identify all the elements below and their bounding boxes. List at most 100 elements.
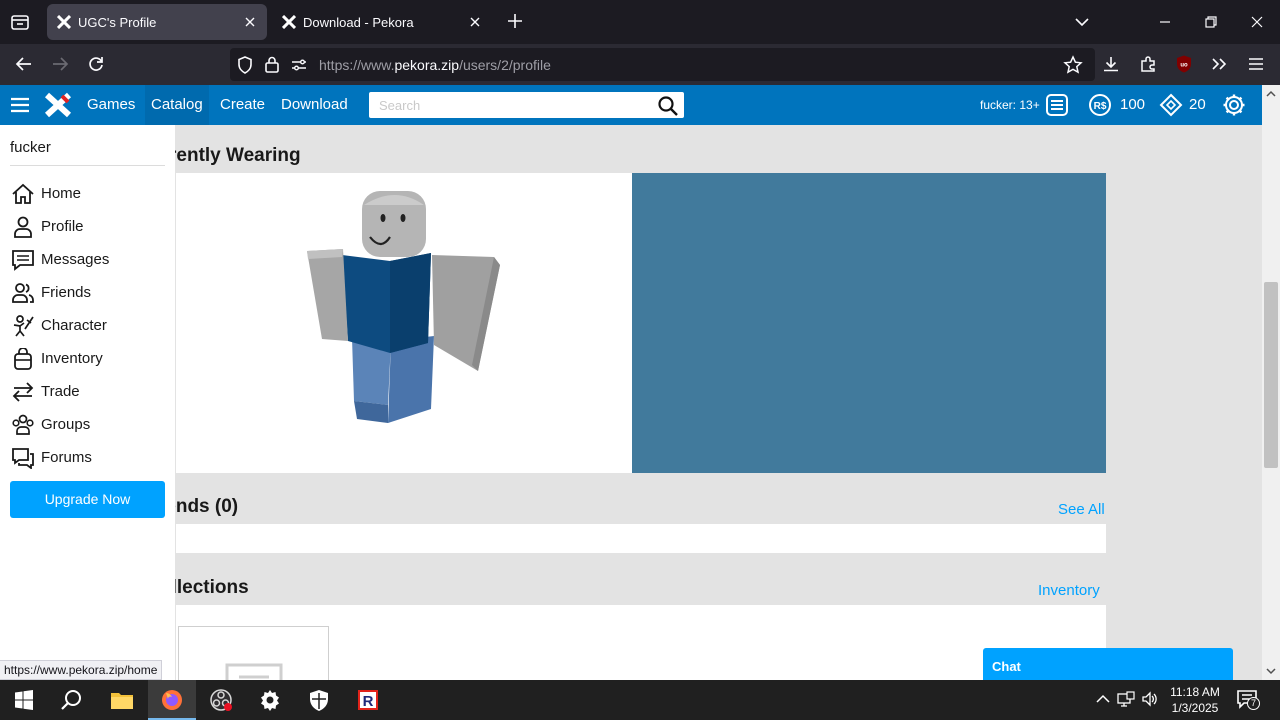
notification-count: 7 (1247, 697, 1260, 710)
hamburger-menu-icon[interactable] (10, 96, 30, 114)
settings-button[interactable] (246, 680, 294, 720)
start-button[interactable] (0, 680, 48, 720)
placeholder-image-icon (225, 663, 283, 680)
network-icon[interactable] (1117, 690, 1135, 708)
upgrade-now-button[interactable]: Upgrade Now (10, 481, 165, 518)
inventory-icon (14, 348, 32, 370)
close-window-icon[interactable] (1247, 12, 1267, 32)
sidebar-item-forums[interactable]: Forums (10, 444, 170, 472)
forward-icon[interactable] (50, 54, 70, 74)
lock-icon[interactable] (264, 55, 280, 73)
reload-icon[interactable] (86, 54, 106, 74)
sidebar-item-friends[interactable]: Friends (10, 279, 170, 307)
sidebar-item-groups[interactable]: Groups (10, 411, 170, 439)
address-bar[interactable]: https://www.pekora.zip/users/2/profile (230, 48, 1095, 81)
avatar-image (307, 191, 500, 423)
friends-icon (12, 283, 34, 303)
obs-button[interactable] (197, 680, 245, 720)
more-tools-icon[interactable] (1209, 54, 1229, 74)
groups-icon (12, 414, 34, 435)
sidebar-item-character[interactable]: Character (10, 312, 170, 340)
notification-center-button[interactable]: 7 (1236, 689, 1260, 711)
file-explorer-button[interactable] (98, 680, 146, 720)
app-menu-icon[interactable] (1246, 54, 1266, 74)
inventory-link[interactable]: Inventory (1038, 582, 1100, 599)
sidebar-item-label: Character (41, 317, 107, 334)
sidebar-divider (10, 165, 165, 166)
downloads-icon[interactable] (1101, 54, 1121, 74)
avatar-viewer (176, 173, 632, 473)
nav-download[interactable]: Download (281, 96, 348, 113)
sidebar-item-inventory[interactable]: Inventory (10, 345, 170, 373)
new-tab-icon[interactable] (506, 12, 524, 30)
sidebar-item-profile[interactable]: Profile (10, 213, 170, 241)
pekora-logo-icon[interactable] (44, 92, 72, 118)
search-icon[interactable] (657, 95, 679, 117)
url-text[interactable]: https://www.pekora.zip/users/2/profile (319, 57, 551, 73)
bookmark-star-icon[interactable] (1063, 55, 1083, 75)
scrollbar-thumb[interactable] (1264, 282, 1278, 468)
browser-tab-active[interactable]: UGC's Profile (47, 4, 267, 40)
search-icon (61, 690, 81, 710)
clock-time: 11:18 AM (1170, 685, 1220, 699)
tab-title: UGC's Profile (78, 15, 157, 30)
username-age-label[interactable]: fucker: 13+ (980, 98, 1040, 112)
see-all-friends-link[interactable]: See All (1058, 501, 1105, 518)
avatar-background-pane (632, 173, 1106, 473)
sidebar-item-home[interactable]: Home (10, 180, 170, 208)
collection-item[interactable] (178, 626, 329, 680)
sidebar-item-messages[interactable]: Messages (10, 246, 170, 274)
nav-games[interactable]: Games (87, 96, 135, 113)
volume-icon[interactable] (1141, 690, 1159, 708)
sidebar-item-label: Profile (41, 218, 84, 235)
show-hidden-icons-icon[interactable] (1094, 690, 1112, 708)
roblox-studio-button[interactable]: R (344, 680, 392, 720)
svg-text:R: R (363, 693, 374, 710)
nav-create[interactable]: Create (220, 96, 265, 113)
tab-list-button[interactable] (8, 10, 32, 34)
chat-bar[interactable]: Chat (983, 648, 1233, 680)
sidebar-item-label: Trade (41, 383, 80, 400)
nav-catalog[interactable]: Catalog (145, 85, 209, 125)
settings-gear-icon[interactable] (1222, 93, 1246, 117)
sidebar-username[interactable]: fucker (10, 139, 51, 156)
sidebar-item-trade[interactable]: Trade (10, 378, 170, 406)
page-scrollbar[interactable] (1262, 85, 1280, 680)
close-tab-icon[interactable] (243, 15, 257, 29)
windows-logo-icon (15, 690, 33, 710)
browser-tab-strip: UGC's Profile Download - Pekora (0, 0, 1280, 44)
tickets-icon[interactable] (1159, 93, 1183, 117)
tab-title: Download - Pekora (303, 15, 414, 30)
search-button[interactable] (48, 680, 96, 720)
scroll-down-icon[interactable] (1266, 666, 1276, 676)
close-tab-icon[interactable] (468, 15, 482, 29)
back-icon[interactable] (14, 54, 34, 74)
extensions-icon[interactable] (1138, 54, 1158, 74)
sidebar-item-label: Groups (41, 416, 91, 433)
system-clock[interactable]: 11:18 AM 1/3/2025 (1163, 684, 1227, 716)
permissions-icon[interactable] (290, 57, 308, 73)
minimize-icon[interactable] (1155, 12, 1175, 32)
list-all-tabs-icon[interactable] (1072, 12, 1092, 32)
folder-icon (111, 693, 133, 709)
browser-tab-inactive[interactable]: Download - Pekora (272, 4, 492, 40)
chat-label: Chat (992, 659, 1021, 674)
messages-list-icon[interactable] (1045, 93, 1069, 117)
search-input[interactable] (369, 92, 649, 118)
home-icon (12, 183, 34, 204)
tickets-count[interactable]: 20 (1189, 96, 1206, 113)
firefox-button[interactable] (148, 680, 196, 720)
site-search (369, 92, 684, 118)
shield-icon (310, 690, 328, 711)
robux-icon[interactable]: R$ (1088, 93, 1112, 117)
windows-taskbar: R 11:18 AM 1/3/2025 7 (0, 680, 1280, 720)
page-viewport: urrently Wearing iends (0) See All ollec… (0, 85, 1262, 680)
robux-count[interactable]: 100 (1120, 96, 1145, 113)
site-header: Games Catalog Create Download fucker: 13… (0, 85, 1262, 125)
ublock-icon[interactable]: uo (1174, 54, 1194, 74)
url-path: /users/2/profile (459, 57, 551, 73)
restore-icon[interactable] (1201, 12, 1221, 32)
shield-icon[interactable] (236, 55, 254, 75)
scroll-up-icon[interactable] (1266, 89, 1276, 99)
windows-security-button[interactable] (295, 680, 343, 720)
